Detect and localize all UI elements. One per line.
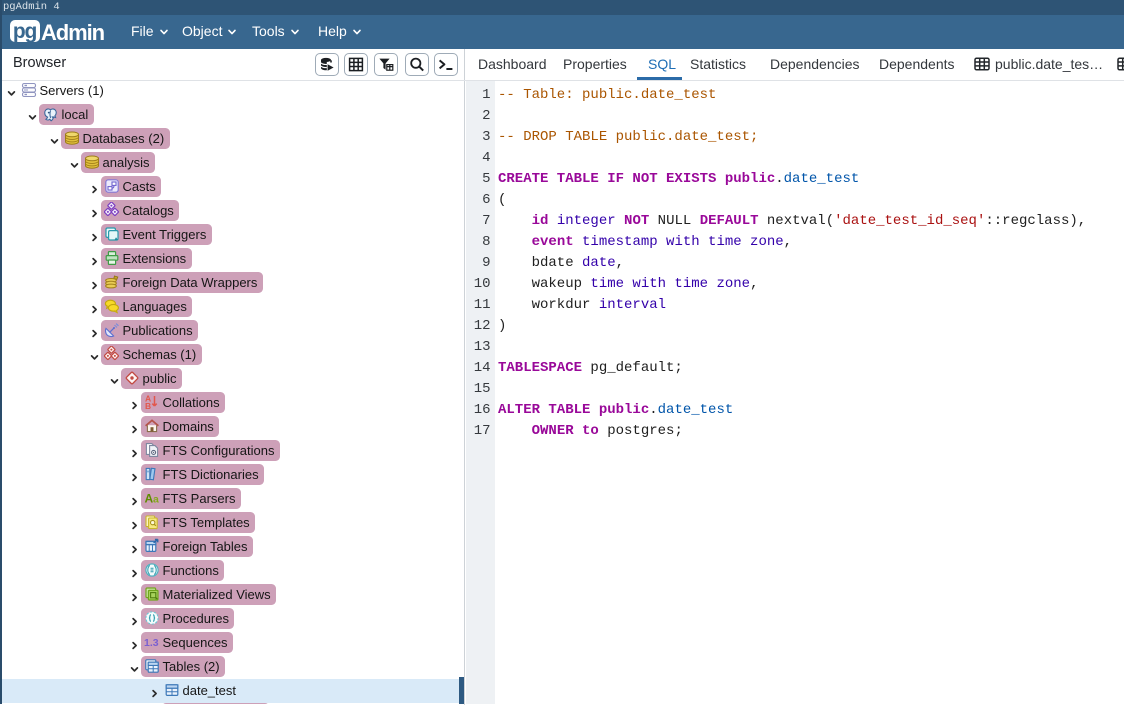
svg-text:B: B [145,401,151,410]
svg-text:1.3: 1.3 [144,637,159,649]
svg-text:a: a [153,494,159,506]
